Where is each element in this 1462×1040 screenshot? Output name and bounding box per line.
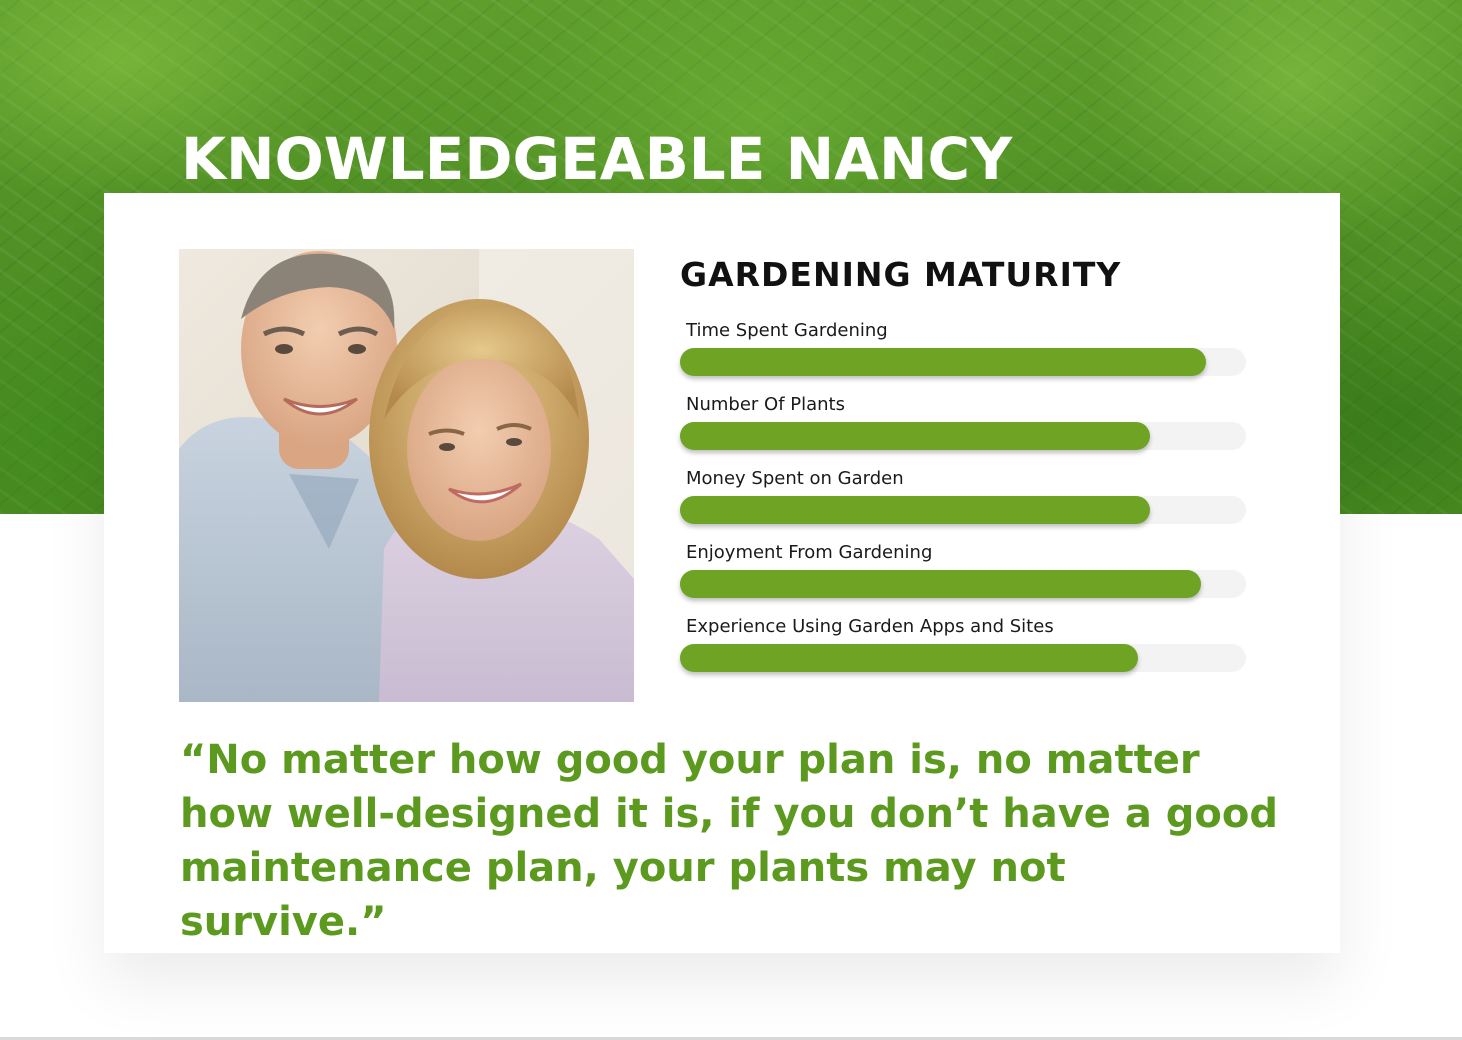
metric-label: Number Of Plants — [686, 394, 845, 415]
persona-card: GARDENING MATURITY Time Spent Gardening … — [104, 193, 1340, 953]
metric-bar — [680, 496, 1150, 524]
metric-track — [680, 570, 1246, 598]
metric-bar — [680, 422, 1150, 450]
metric-bar — [680, 570, 1201, 598]
metric-label: Money Spent on Garden — [686, 468, 904, 489]
metric-bar — [680, 644, 1139, 672]
page-title: KNOWLEDGEABLE NANCY — [181, 125, 1013, 193]
persona-quote: “No matter how good your plan is, no mat… — [180, 737, 1278, 945]
couple-portrait-photo — [179, 249, 634, 702]
gardening-maturity-panel: GARDENING MATURITY Time Spent Gardening … — [680, 249, 1250, 672]
metric-track — [680, 496, 1246, 524]
metric-track — [680, 644, 1246, 672]
metric-label: Time Spent Gardening — [686, 320, 888, 341]
metric-label: Enjoyment From Gardening — [686, 542, 933, 563]
metric-label: Experience Using Garden Apps and Sites — [686, 616, 1054, 637]
metric-track — [680, 422, 1246, 450]
metric-track — [680, 348, 1246, 376]
metric-bar — [680, 348, 1207, 376]
maturity-title: GARDENING MATURITY — [680, 255, 1122, 294]
